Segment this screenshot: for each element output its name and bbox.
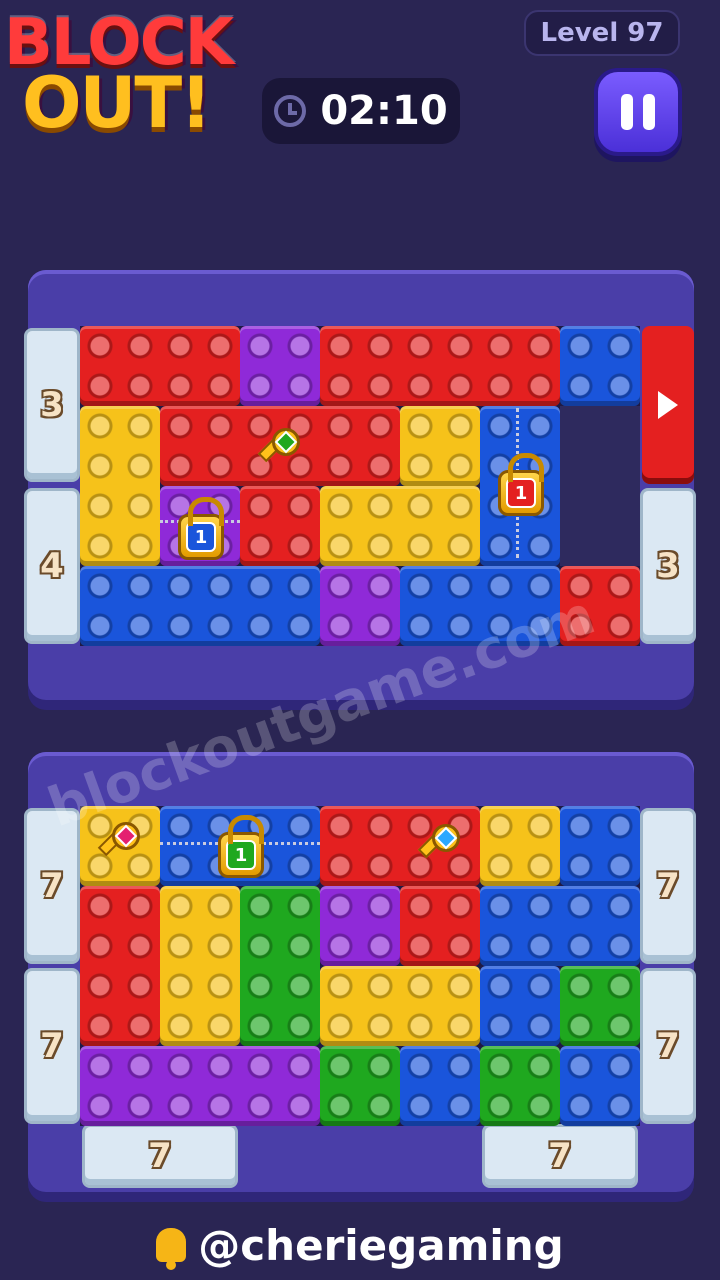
block[interactable] <box>320 326 560 406</box>
level-indicator: Level 97 <box>524 10 680 56</box>
block[interactable] <box>320 566 400 646</box>
exit-left-bottom: 7 <box>24 968 80 1124</box>
pause-button[interactable] <box>594 68 682 156</box>
exit-gate <box>642 326 694 484</box>
exit-right-bottom: 7 <box>640 968 696 1124</box>
pause-icon <box>621 94 633 130</box>
block[interactable] <box>160 886 240 1046</box>
logo-line-2: OUT! <box>22 62 212 144</box>
block[interactable] <box>560 966 640 1046</box>
creator-handle: @cheriegaming <box>0 1210 720 1280</box>
block[interactable] <box>240 886 320 1046</box>
arrow-right-icon <box>658 391 678 419</box>
game-logo: BLOCK OUT! <box>0 0 270 150</box>
block[interactable] <box>240 326 320 406</box>
exit-bottom-right: 7 <box>482 1124 638 1188</box>
block[interactable] <box>480 886 640 966</box>
lock-icon: 1 <box>178 497 224 560</box>
block[interactable] <box>480 966 560 1046</box>
key-icon <box>417 818 466 866</box>
lock-icon: 1 <box>218 815 264 878</box>
block[interactable] <box>80 566 320 646</box>
block[interactable] <box>320 966 480 1046</box>
timer-value: 02:10 <box>320 88 448 134</box>
block[interactable] <box>240 486 320 566</box>
exit-left-top: 3 <box>24 328 80 482</box>
block[interactable] <box>80 1046 320 1126</box>
block[interactable] <box>400 1046 480 1126</box>
block[interactable] <box>400 886 480 966</box>
key-icon <box>257 422 306 470</box>
lock-icon: 1 <box>498 453 544 516</box>
block[interactable] <box>80 886 160 1046</box>
exit-left-bottom: 4 <box>24 488 80 644</box>
exit-right-bottom: 3 <box>640 488 696 644</box>
block[interactable] <box>560 806 640 886</box>
block[interactable] <box>480 806 560 886</box>
block[interactable] <box>480 1046 560 1126</box>
block[interactable] <box>320 1046 400 1126</box>
bell-icon <box>156 1228 187 1270</box>
block[interactable] <box>320 486 480 566</box>
block[interactable] <box>400 406 480 486</box>
empty-cell <box>560 406 640 566</box>
handle-text: @cheriegaming <box>198 1220 564 1270</box>
clock-icon <box>274 95 307 127</box>
key-icon <box>97 816 146 864</box>
block[interactable] <box>560 1046 640 1126</box>
timer: 02:10 <box>262 78 460 144</box>
block[interactable] <box>320 886 400 966</box>
exit-right-top: 7 <box>640 808 696 964</box>
block[interactable] <box>80 326 240 406</box>
exit-bottom-left: 7 <box>82 1124 238 1188</box>
block[interactable] <box>560 326 640 406</box>
block[interactable] <box>80 406 160 566</box>
